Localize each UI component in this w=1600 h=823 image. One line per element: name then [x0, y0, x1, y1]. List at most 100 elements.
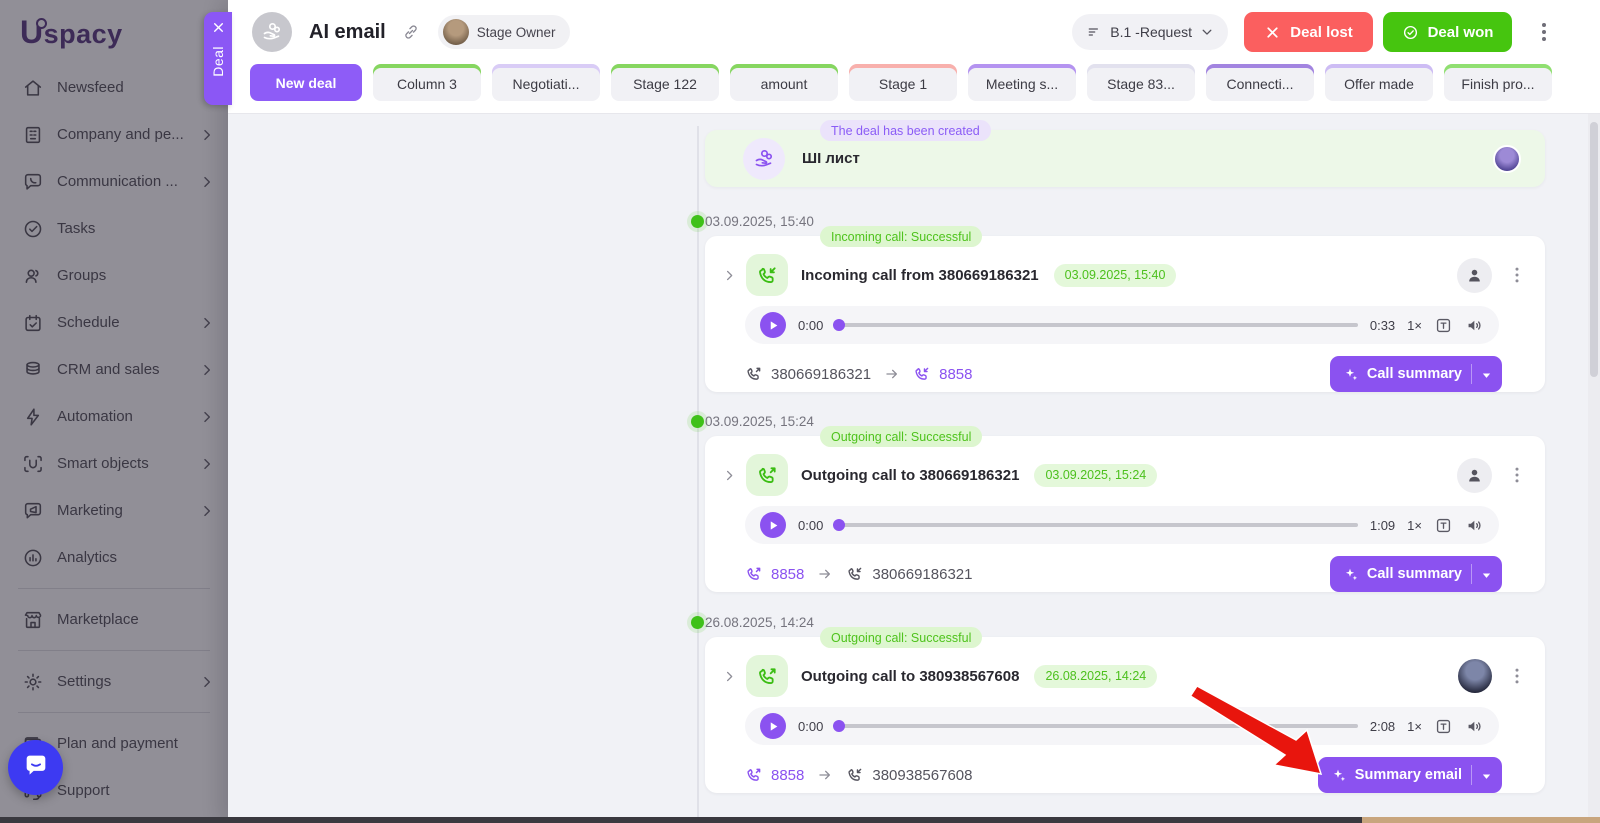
timeline-dot — [691, 415, 704, 428]
bottom-edge — [0, 817, 1600, 823]
call-title: Incoming call from 380669186321 — [801, 267, 1039, 284]
volume-icon[interactable] — [1465, 516, 1484, 535]
ai-action-button[interactable]: Call summary — [1330, 356, 1502, 392]
from-number: 8858 — [745, 565, 804, 583]
scrollbar-thumb[interactable] — [1590, 122, 1598, 377]
transcript-icon[interactable] — [1434, 516, 1453, 535]
stage-pill-amount[interactable]: amount — [730, 64, 838, 101]
timeline-entry: 26.08.2025, 14:24 Outgoing call: Success… — [705, 615, 1545, 793]
caret-down-icon[interactable] — [1481, 369, 1492, 380]
call-direction-icon — [746, 655, 788, 697]
stage-pill-new-deal[interactable]: New deal — [250, 64, 362, 101]
from-number: 8858 — [745, 766, 804, 784]
from-number: 380669186321 — [745, 365, 871, 383]
entry-date: 03.09.2025, 15:40 — [705, 214, 814, 229]
pipeline-value: B.1 -Request — [1110, 24, 1192, 40]
pipeline-select[interactable]: B.1 -Request — [1072, 14, 1228, 50]
audio-current-time: 0:00 — [798, 719, 823, 734]
chat-icon — [22, 751, 50, 784]
ai-action-button[interactable]: Summary email — [1318, 757, 1502, 793]
expand-chevron-icon[interactable] — [723, 469, 736, 482]
audio-player: 0:00 1:09 1× — [745, 506, 1499, 544]
expand-chevron-icon[interactable] — [723, 670, 736, 683]
audio-seek-bar[interactable] — [835, 724, 1358, 728]
copy-link-icon[interactable] — [402, 23, 420, 41]
audio-player: 0:00 2:08 1× — [745, 707, 1499, 745]
playback-speed[interactable]: 1× — [1407, 518, 1422, 533]
caret-down-icon[interactable] — [1481, 770, 1492, 781]
deal-won-button[interactable]: Deal won — [1383, 12, 1512, 52]
arrow-right-icon — [817, 767, 833, 783]
call-direction-icon — [746, 254, 788, 296]
expand-chevron-icon[interactable] — [723, 269, 736, 282]
audio-current-time: 0:00 — [798, 318, 823, 333]
volume-icon[interactable] — [1465, 717, 1484, 736]
entry-date: 26.08.2025, 14:24 — [705, 615, 814, 630]
deal-created-card[interactable]: The deal has been created ШІ лист — [705, 130, 1545, 187]
sparkle-icon — [1343, 566, 1359, 582]
phone-outgoing-icon — [745, 365, 763, 383]
audio-seek-bar[interactable] — [835, 523, 1358, 527]
sparkle-icon — [1331, 767, 1347, 783]
stage-owner-chip[interactable]: Stage Owner — [438, 15, 570, 49]
stage-pill-column-3[interactable]: Column 3 — [373, 64, 481, 101]
to-number: 380669186321 — [846, 565, 972, 583]
sparkle-icon — [1343, 366, 1359, 382]
arrow-right-icon — [817, 566, 833, 582]
owner-label: Stage Owner — [477, 25, 556, 40]
call-time-pill: 26.08.2025, 14:24 — [1034, 665, 1157, 688]
volume-icon[interactable] — [1465, 316, 1484, 335]
playback-speed[interactable]: 1× — [1407, 318, 1422, 333]
phone-incoming-icon — [913, 365, 931, 383]
play-button[interactable] — [760, 512, 786, 538]
call-card: Incoming call: Successful Incoming call … — [705, 236, 1545, 392]
stage-pill-stage-122[interactable]: Stage 122 — [611, 64, 719, 101]
transcript-icon[interactable] — [1434, 316, 1453, 335]
play-button[interactable] — [760, 312, 786, 338]
arrow-right-icon — [884, 366, 900, 382]
x-icon — [1264, 24, 1281, 41]
timeline-dot — [691, 616, 704, 629]
entry-menu-icon[interactable] — [1509, 666, 1525, 686]
sidebar-dim-overlay — [0, 0, 228, 823]
caret-down-icon[interactable] — [1481, 569, 1492, 580]
check-circle-icon — [1402, 24, 1419, 41]
phone-incoming-icon — [846, 766, 864, 784]
close-icon[interactable] — [212, 21, 225, 34]
deal-tab-label: Deal — [210, 46, 226, 77]
audio-duration: 1:09 — [1370, 518, 1395, 533]
entry-date: 03.09.2025, 15:24 — [705, 414, 814, 429]
entry-menu-icon[interactable] — [1509, 465, 1525, 485]
stage-pill-connecti[interactable]: Connecti... — [1206, 64, 1314, 101]
entry-menu-icon[interactable] — [1509, 265, 1525, 285]
stage-pill-finish-pro[interactable]: Finish pro... — [1444, 64, 1552, 101]
stage-pill-stage-1[interactable]: Stage 1 — [849, 64, 957, 101]
call-status-badge: Incoming call: Successful — [820, 226, 982, 247]
stage-pill-stage-83[interactable]: Stage 83... — [1087, 64, 1195, 101]
audio-seek-bar[interactable] — [835, 323, 1358, 327]
timeline-entry: 03.09.2025, 15:40 Incoming call: Success… — [705, 214, 1545, 392]
call-card: Outgoing call: Successful Outgoing call … — [705, 436, 1545, 592]
created-avatar — [1493, 145, 1521, 173]
support-chat-button[interactable] — [8, 740, 63, 795]
stage-pill-negotiati[interactable]: Negotiati... — [492, 64, 600, 101]
play-button[interactable] — [760, 713, 786, 739]
funnel-icon — [1086, 24, 1102, 40]
transcript-icon[interactable] — [1434, 717, 1453, 736]
deal-header: AI email Stage Owner B.1 -Request Deal l… — [228, 0, 1600, 114]
audio-player: 0:00 0:33 1× — [745, 306, 1499, 344]
stage-pill-meeting-s[interactable]: Meeting s... — [968, 64, 1076, 101]
stage-pill-offer-made[interactable]: Offer made — [1325, 64, 1433, 101]
ai-action-button[interactable]: Call summary — [1330, 556, 1502, 592]
responsible-avatar[interactable] — [1458, 659, 1492, 693]
responsible-person-button[interactable] — [1457, 258, 1492, 293]
audio-duration: 0:33 — [1370, 318, 1395, 333]
created-badge: The deal has been created — [820, 120, 991, 141]
owner-avatar — [443, 19, 469, 45]
responsible-person-button[interactable] — [1457, 458, 1492, 493]
call-status-badge: Outgoing call: Successful — [820, 426, 982, 447]
playback-speed[interactable]: 1× — [1407, 719, 1422, 734]
header-menu-icon[interactable] — [1534, 20, 1554, 44]
deal-tab[interactable]: Deal — [204, 12, 232, 105]
deal-lost-button[interactable]: Deal lost — [1244, 12, 1373, 52]
